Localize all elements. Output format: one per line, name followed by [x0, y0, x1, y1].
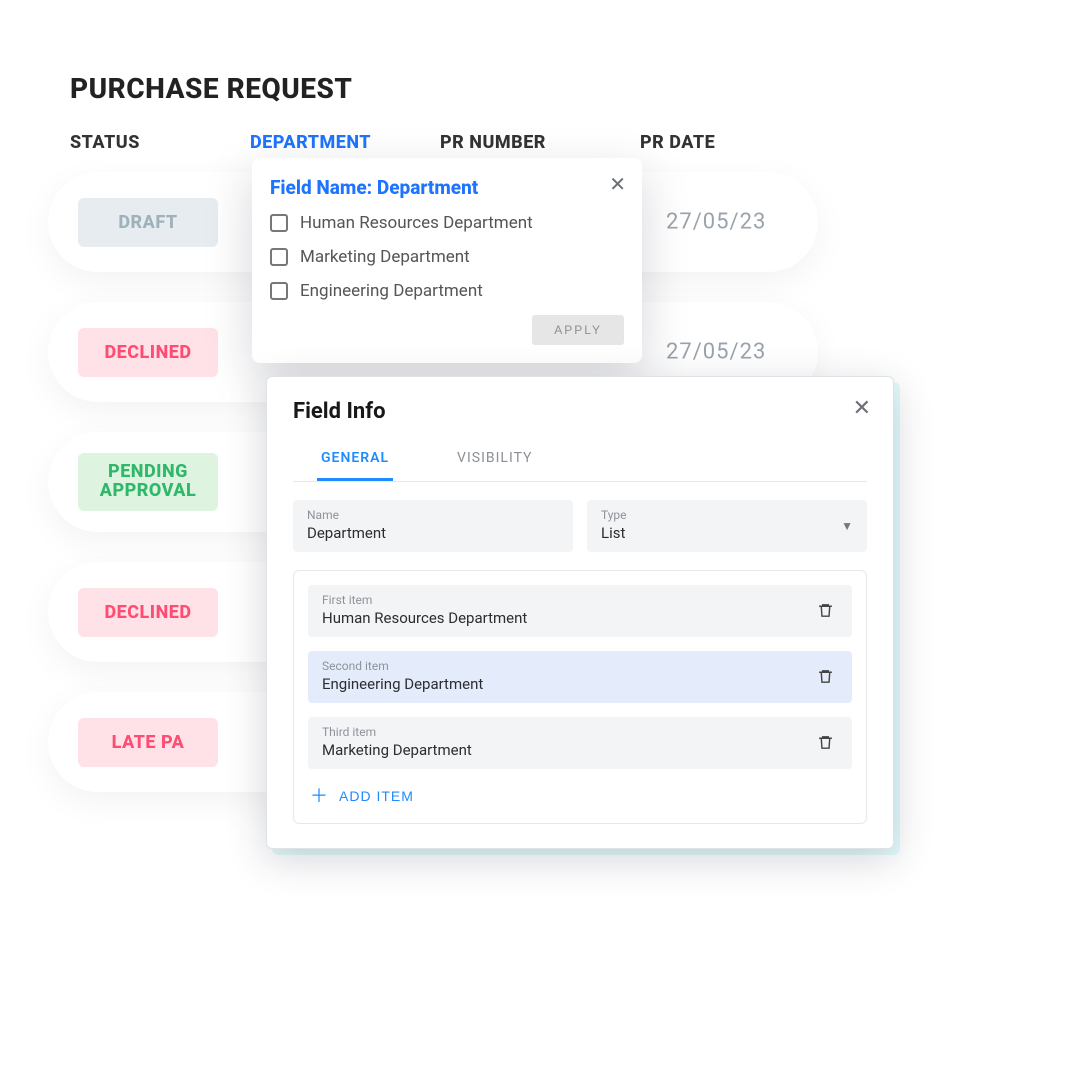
filter-option[interactable]: Engineering Department	[270, 281, 624, 301]
item-value: Marketing Department	[322, 741, 472, 759]
item-label: Second item	[322, 659, 483, 673]
close-icon[interactable]: ✕	[609, 172, 626, 197]
item-value: Human Resources Department	[322, 609, 527, 627]
trash-icon	[817, 667, 834, 686]
header-pr-date[interactable]: PR DATE	[640, 132, 790, 153]
department-filter-popover: Field Name: Department ✕ Human Resources…	[252, 158, 642, 363]
close-icon[interactable]: ✕	[853, 395, 871, 421]
field-info-modal: Field Info ✕ GENERAL VISIBILITY Name Dep…	[266, 376, 894, 849]
header-pr-number[interactable]: PR NUMBER	[440, 132, 640, 153]
add-item-label: ADD ITEM	[339, 788, 414, 804]
add-item-button[interactable]: ＋ ADD ITEM	[308, 783, 416, 809]
header-department[interactable]: DEPARTMENT	[250, 132, 440, 153]
row-date: 27/05/23	[666, 210, 766, 235]
header-status[interactable]: STATUS	[60, 132, 250, 153]
status-badge: DECLINED	[78, 328, 218, 377]
modal-title: Field Info	[293, 399, 867, 424]
field-label: Name	[307, 508, 559, 522]
status-badge: PENDING APPROVAL	[78, 453, 218, 511]
trash-icon	[817, 733, 834, 752]
plus-icon: ＋	[310, 787, 329, 805]
item-label: Third item	[322, 725, 472, 739]
list-item[interactable]: Third item Marketing Department	[308, 717, 852, 769]
trash-icon	[817, 601, 834, 620]
field-value: Department	[307, 524, 559, 542]
filter-option[interactable]: Human Resources Department	[270, 213, 624, 233]
delete-button[interactable]	[813, 597, 838, 624]
filter-option[interactable]: Marketing Department	[270, 247, 624, 267]
modal-tabs: GENERAL VISIBILITY	[293, 450, 867, 482]
item-label: First item	[322, 593, 527, 607]
name-field[interactable]: Name Department	[293, 500, 573, 552]
field-value: List	[601, 524, 853, 542]
row-date: 27/05/23	[666, 340, 766, 365]
chevron-down-icon: ▼	[841, 519, 853, 533]
popover-title: Field Name: Department	[270, 176, 624, 199]
filter-option-label: Marketing Department	[300, 247, 470, 267]
list-item[interactable]: First item Human Resources Department	[308, 585, 852, 637]
field-label: Type	[601, 508, 853, 522]
status-badge: DRAFT	[78, 198, 218, 247]
delete-button[interactable]	[813, 729, 838, 756]
checkbox-icon[interactable]	[270, 248, 288, 266]
list-item[interactable]: Second item Engineering Department	[308, 651, 852, 703]
filter-option-label: Engineering Department	[300, 281, 483, 301]
status-badge: LATE PA	[78, 718, 218, 767]
tab-visibility[interactable]: VISIBILITY	[453, 450, 536, 481]
items-panel: First item Human Resources Department Se…	[293, 570, 867, 824]
item-value: Engineering Department	[322, 675, 483, 693]
checkbox-icon[interactable]	[270, 282, 288, 300]
tab-general[interactable]: GENERAL	[317, 450, 393, 481]
filter-option-label: Human Resources Department	[300, 213, 533, 233]
table-headers: STATUS DEPARTMENT PR NUMBER PR DATE	[60, 132, 790, 153]
status-badge: DECLINED	[78, 588, 218, 637]
type-field[interactable]: Type List ▼	[587, 500, 867, 552]
apply-button[interactable]: APPLY	[532, 315, 624, 345]
page-title: PURCHASE REQUEST	[70, 72, 352, 105]
delete-button[interactable]	[813, 663, 838, 690]
checkbox-icon[interactable]	[270, 214, 288, 232]
